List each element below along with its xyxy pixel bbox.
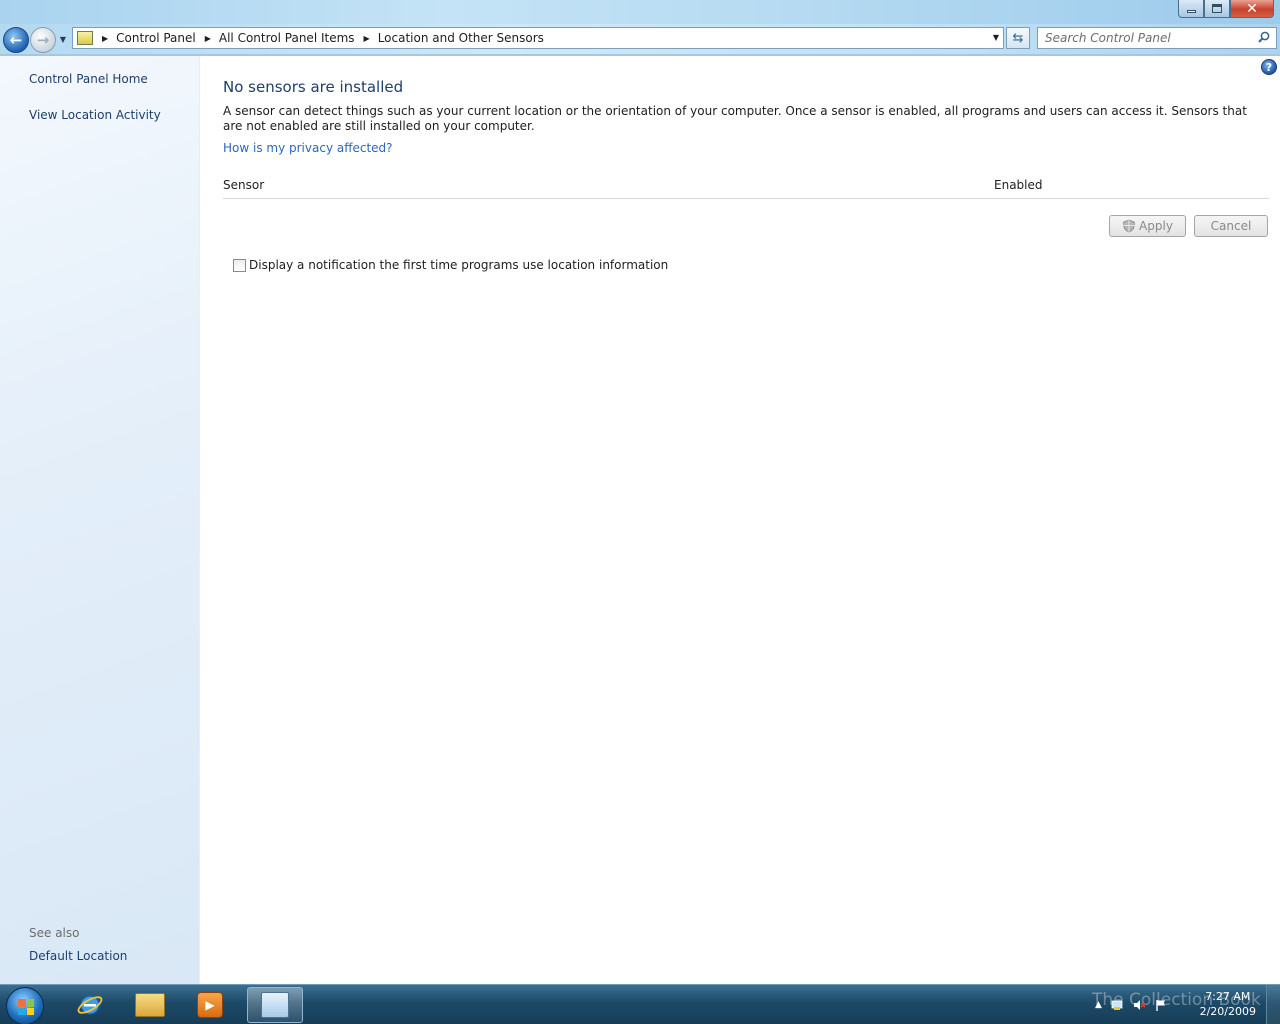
search-icon[interactable] bbox=[1258, 31, 1270, 43]
see-also-heading: See also bbox=[29, 926, 80, 940]
volume-muted-icon[interactable] bbox=[1132, 998, 1146, 1012]
sensor-column-header: Sensor bbox=[223, 178, 265, 192]
minimize-icon bbox=[1186, 10, 1196, 13]
breadcrumb-arrow-icon[interactable]: ▶ bbox=[205, 34, 211, 43]
restore-button[interactable] bbox=[1204, 0, 1230, 18]
folder-icon bbox=[135, 993, 165, 1017]
chevron-down-icon: ▼ bbox=[59, 34, 67, 44]
control-panel-icon bbox=[261, 992, 289, 1018]
help-button[interactable]: ? bbox=[1261, 59, 1277, 75]
privacy-link[interactable]: How is my privacy affected? bbox=[223, 141, 393, 155]
taskbar: ▶ The Collection Book ▲ 7:27 AM 2/20/200… bbox=[0, 984, 1280, 1024]
search-input[interactable] bbox=[1038, 28, 1248, 48]
apply-button[interactable]: Apply bbox=[1109, 215, 1186, 237]
cancel-label: Cancel bbox=[1210, 219, 1252, 233]
show-desktop-button[interactable] bbox=[1266, 985, 1280, 1024]
back-arrow-icon: ← bbox=[9, 31, 23, 49]
title-bar: ✕ bbox=[0, 0, 1280, 24]
minimize-button[interactable] bbox=[1178, 0, 1204, 18]
clock-time: 7:27 AM bbox=[1205, 990, 1251, 1003]
refresh-button[interactable]: ⇆ bbox=[1006, 27, 1030, 49]
restore-icon bbox=[1212, 4, 1222, 13]
close-button[interactable]: ✕ bbox=[1230, 0, 1274, 18]
taskbar-control-panel[interactable] bbox=[247, 987, 303, 1023]
cancel-button[interactable]: Cancel bbox=[1194, 215, 1268, 237]
view-location-activity-link[interactable]: View Location Activity bbox=[29, 108, 161, 122]
breadcrumb-arrow-icon[interactable]: ▶ bbox=[102, 34, 108, 43]
column-header-divider bbox=[223, 198, 1269, 199]
breadcrumb-location-and-other-sensors[interactable]: Location and Other Sensors bbox=[378, 31, 544, 45]
network-icon[interactable] bbox=[1110, 998, 1124, 1012]
apply-label: Apply bbox=[1139, 219, 1173, 233]
back-button[interactable]: ← bbox=[3, 27, 29, 53]
windows-logo-icon bbox=[18, 999, 34, 1015]
internet-explorer-icon bbox=[77, 995, 103, 1015]
search-box[interactable] bbox=[1037, 27, 1277, 49]
notification-checkbox-row[interactable]: Display a notification the first time pr… bbox=[233, 258, 668, 272]
taskbar-media-player[interactable]: ▶ bbox=[182, 987, 238, 1023]
navigation-bar: ← → ▼ ▶ Control Panel ▶ All Control Pane… bbox=[0, 24, 1280, 54]
enabled-column-header: Enabled bbox=[994, 178, 1043, 192]
left-navigation-pane: Control Panel Home View Location Activit… bbox=[0, 56, 200, 984]
breadcrumb-all-control-panel-items[interactable]: All Control Panel Items bbox=[219, 31, 355, 45]
main-content: ? No sensors are installed A sensor can … bbox=[200, 56, 1280, 984]
address-dropdown-icon[interactable]: ▼ bbox=[993, 33, 999, 42]
taskbar-windows-explorer[interactable] bbox=[122, 987, 178, 1023]
show-hidden-icons-icon[interactable]: ▲ bbox=[1095, 1000, 1102, 1010]
address-bar[interactable]: ▶ Control Panel ▶ All Control Panel Item… bbox=[72, 27, 1004, 49]
taskbar-internet-explorer[interactable] bbox=[62, 987, 118, 1023]
start-button[interactable] bbox=[6, 987, 44, 1024]
close-icon: ✕ bbox=[1246, 0, 1258, 17]
system-clock[interactable]: 7:27 AM 2/20/2009 bbox=[1200, 989, 1256, 1019]
forward-arrow-icon: → bbox=[36, 31, 50, 49]
page-title: No sensors are installed bbox=[223, 78, 404, 96]
notification-checkbox[interactable] bbox=[233, 258, 246, 272]
window-controls: ✕ bbox=[1178, 0, 1274, 18]
default-location-link[interactable]: Default Location bbox=[29, 949, 127, 963]
recent-pages-button[interactable]: ▼ bbox=[57, 32, 69, 46]
control-panel-home-link[interactable]: Control Panel Home bbox=[29, 72, 148, 86]
notification-checkbox-label[interactable]: Display a notification the first time pr… bbox=[249, 258, 668, 272]
refresh-icon: ⇆ bbox=[1012, 30, 1024, 46]
media-player-icon: ▶ bbox=[197, 992, 223, 1018]
control-panel-icon bbox=[77, 31, 93, 45]
uac-shield-icon bbox=[1123, 219, 1135, 233]
help-icon: ? bbox=[1265, 60, 1273, 74]
sensor-description: A sensor can detect things such as your … bbox=[223, 104, 1247, 133]
action-center-flag-icon[interactable] bbox=[1154, 998, 1168, 1012]
clock-date: 2/20/2009 bbox=[1199, 1005, 1256, 1018]
forward-button[interactable]: → bbox=[30, 27, 56, 53]
breadcrumb-control-panel[interactable]: Control Panel bbox=[116, 31, 196, 45]
notification-area: ▲ bbox=[1095, 985, 1168, 1024]
breadcrumb-arrow-icon[interactable]: ▶ bbox=[364, 34, 370, 43]
